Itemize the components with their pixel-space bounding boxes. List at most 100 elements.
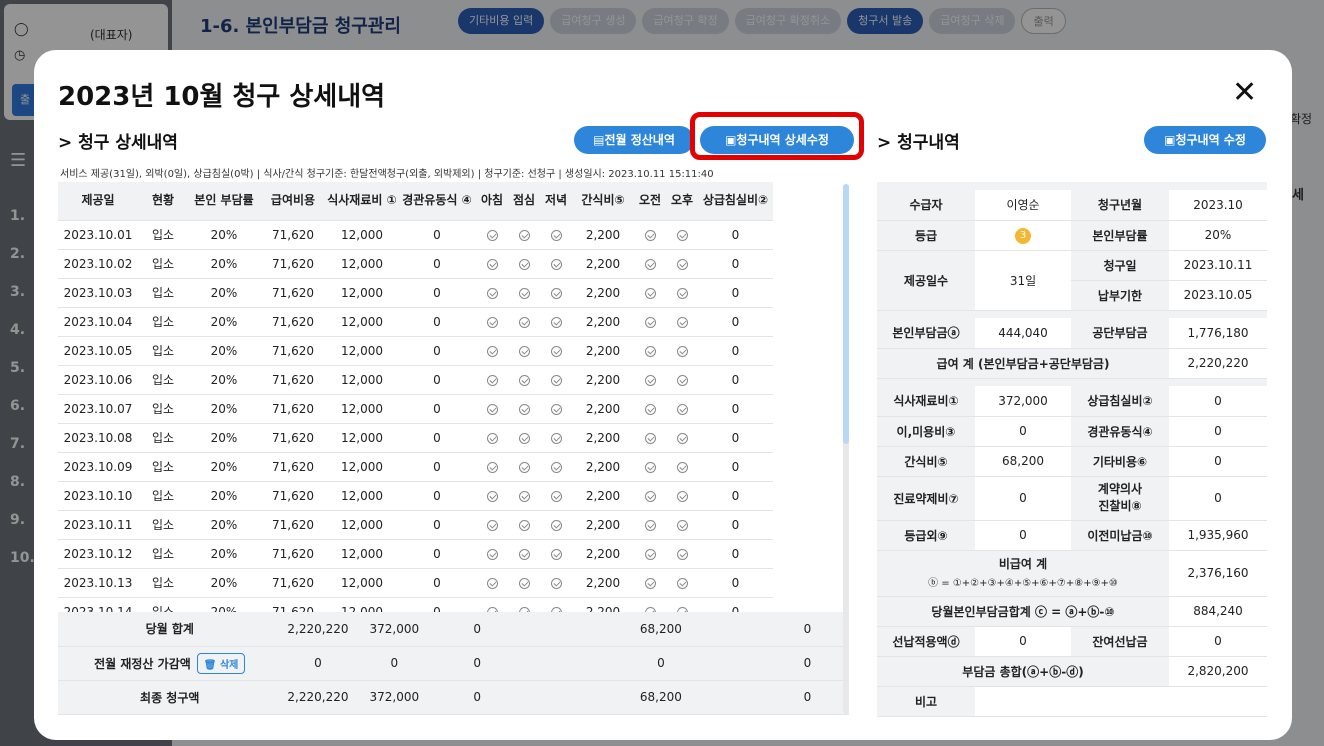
cell: 71,620 bbox=[260, 394, 326, 424]
check-circle-icon bbox=[518, 258, 530, 270]
check-circle-icon bbox=[486, 432, 498, 444]
cell: 2023.10.04 bbox=[58, 307, 138, 337]
cell: 0 bbox=[434, 646, 521, 681]
check-circle-icon bbox=[550, 316, 562, 328]
label: 계약의사 진찰비⑧ bbox=[1071, 476, 1169, 521]
cell: 20% bbox=[188, 452, 260, 482]
label: 경관유동식④ bbox=[1071, 416, 1169, 447]
check-icon bbox=[476, 278, 508, 308]
modal-title: 2023년 10월 청구 상세내역 bbox=[58, 82, 386, 112]
check-icon bbox=[634, 539, 666, 569]
cell: 입소 bbox=[138, 249, 188, 279]
column-header: 저녁 bbox=[540, 182, 572, 221]
close-icon[interactable]: ✕ bbox=[1232, 78, 1257, 108]
check-icon bbox=[508, 336, 540, 366]
check-circle-icon bbox=[550, 345, 562, 357]
check-circle-icon bbox=[676, 374, 688, 386]
check-circle-icon bbox=[644, 461, 656, 473]
label: 진료약제비⑦ bbox=[877, 476, 975, 521]
check-icon bbox=[476, 394, 508, 424]
value: 0 bbox=[975, 416, 1071, 447]
cell: 2,200 bbox=[572, 278, 634, 308]
check-icon bbox=[634, 278, 666, 308]
cell: 0 bbox=[398, 510, 476, 540]
check-icon bbox=[634, 481, 666, 511]
cell: 0 bbox=[698, 249, 773, 279]
cell: 20% bbox=[188, 423, 260, 453]
row-label: 전월 재정산 가감액 🗑 삭제 bbox=[58, 646, 282, 681]
claim-detail-modal: 2023년 10월 청구 상세내역 ✕ > 청구 상세내역 ▤전월 정산내역 ▣… bbox=[34, 50, 1292, 740]
value: 0 bbox=[1169, 626, 1267, 657]
cell: 71,620 bbox=[260, 423, 326, 453]
cell: 0 bbox=[398, 539, 476, 569]
table-scrollbar[interactable] bbox=[843, 184, 849, 714]
cell: 0 bbox=[398, 278, 476, 308]
table-row: 2023.10.03 입소 20% 71,620 12,000 0 2,200 0 bbox=[58, 278, 773, 308]
check-icon bbox=[476, 510, 508, 540]
cell: 2,200 bbox=[572, 365, 634, 395]
cell: 입소 bbox=[138, 539, 188, 569]
cell: 20% bbox=[188, 336, 260, 366]
cell: 71,620 bbox=[260, 510, 326, 540]
final-row: 최종 청구액 2,220,220 372,000 0 68,200 0 bbox=[58, 680, 849, 715]
check-icon bbox=[634, 452, 666, 482]
button-label: 삭제 bbox=[219, 659, 239, 671]
cell: 0 bbox=[398, 220, 476, 250]
check-circle-icon bbox=[644, 548, 656, 560]
label: 기타비용⑥ bbox=[1071, 446, 1169, 477]
prev-settlement-button[interactable]: ▤전월 정산내역 bbox=[574, 126, 694, 154]
cell: 2,200 bbox=[572, 597, 634, 612]
check-circle-icon bbox=[676, 490, 688, 502]
cell: 12,000 bbox=[326, 220, 398, 250]
section-title: 청구 상세내역 bbox=[78, 133, 178, 153]
check-circle-icon bbox=[676, 519, 688, 531]
cell: 0 bbox=[398, 336, 476, 366]
column-header: 간식비⑤ bbox=[572, 182, 634, 221]
check-icon bbox=[666, 365, 698, 395]
check-circle-icon bbox=[486, 316, 498, 328]
check-circle-icon bbox=[644, 519, 656, 531]
highlight-box bbox=[690, 112, 864, 160]
value: 0 bbox=[1169, 386, 1267, 417]
cell: 2,200 bbox=[572, 220, 634, 250]
check-icon bbox=[476, 423, 508, 453]
cell: 0 bbox=[698, 423, 773, 453]
check-circle-icon bbox=[644, 287, 656, 299]
cell: 0 bbox=[398, 452, 476, 482]
edit-claim-button[interactable]: ▣청구내역 수정 bbox=[1144, 126, 1266, 154]
check-icon bbox=[476, 365, 508, 395]
grade-badge: 3 bbox=[1015, 227, 1031, 244]
cell: 2,200 bbox=[572, 481, 634, 511]
label: 이전미납금⑩ bbox=[1071, 520, 1169, 551]
label: 선납적용액ⓓ bbox=[877, 626, 975, 657]
check-icon bbox=[508, 452, 540, 482]
cell: 0 bbox=[354, 646, 435, 681]
cell: 2,220,220 bbox=[281, 612, 355, 647]
check-icon bbox=[508, 510, 540, 540]
check-icon bbox=[508, 423, 540, 453]
value: 2,820,200 bbox=[1169, 656, 1267, 687]
check-icon bbox=[476, 249, 508, 279]
value: 이영순 bbox=[975, 190, 1071, 221]
column-header: 오후 bbox=[666, 182, 698, 221]
cell: 0 bbox=[626, 646, 696, 681]
delete-button[interactable]: 🗑 삭제 bbox=[196, 652, 246, 674]
label: 납부기한 bbox=[1071, 280, 1169, 311]
cell: 0 bbox=[434, 680, 521, 715]
check-icon bbox=[540, 510, 572, 540]
table-row: 2023.10.10 입소 20% 71,620 12,000 0 2,200 0 bbox=[58, 481, 773, 511]
table-row: 2023.10.13 입소 20% 71,620 12,000 0 2,200 0 bbox=[58, 568, 773, 598]
formula: ⓑ = ①+②+③+④+⑤+⑥+⑦+⑧+⑨+⑩ bbox=[928, 578, 1118, 589]
cell: 12,000 bbox=[326, 423, 398, 453]
cell: 0 bbox=[698, 220, 773, 250]
scroll-thumb[interactable] bbox=[843, 184, 849, 444]
label: 부담금 총합(ⓐ+ⓑ-ⓓ) bbox=[877, 656, 1169, 687]
cell: 입소 bbox=[138, 394, 188, 424]
cell: 0 bbox=[398, 481, 476, 511]
check-icon bbox=[508, 539, 540, 569]
cell: 12,000 bbox=[326, 394, 398, 424]
cell: 12,000 bbox=[326, 336, 398, 366]
table-row: 2023.10.01 입소 20% 71,620 12,000 0 2,200 0 bbox=[58, 220, 773, 250]
check-icon bbox=[666, 336, 698, 366]
cell: 2023.10.11 bbox=[58, 510, 138, 540]
